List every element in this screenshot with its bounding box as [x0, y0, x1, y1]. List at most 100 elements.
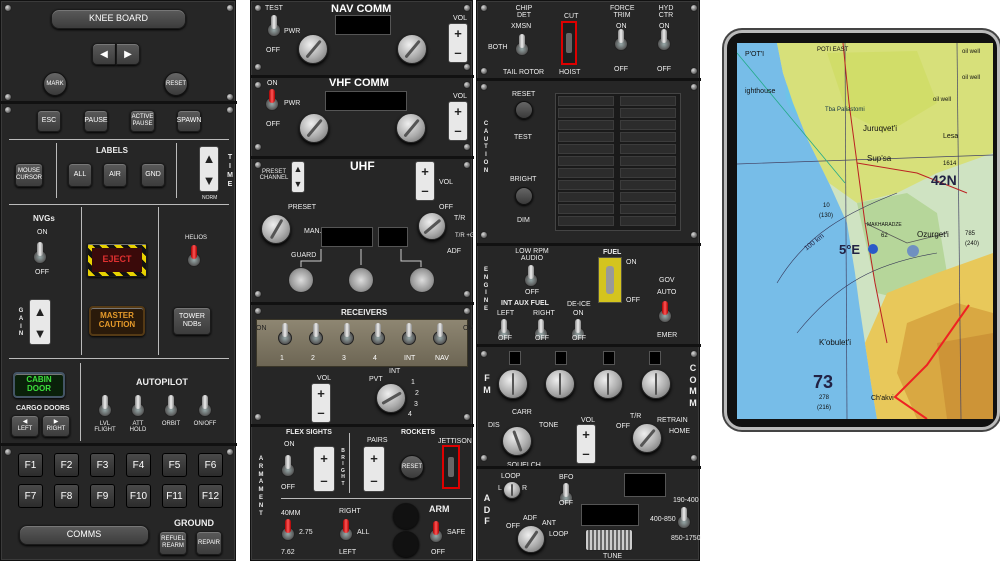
- jettison-guard[interactable]: [442, 445, 460, 489]
- fm-freq-knob-4[interactable]: [641, 369, 671, 399]
- comms-button[interactable]: COMMS: [19, 525, 149, 545]
- spawn-button[interactable]: SPAWN: [177, 110, 201, 132]
- fm-freq-knob-2[interactable]: [545, 369, 575, 399]
- vhf-pwr-toggle[interactable]: [265, 89, 279, 111]
- function-key-9[interactable]: F9: [90, 484, 115, 508]
- function-key-6[interactable]: F6: [198, 453, 223, 477]
- uhf-vol-rocker[interactable]: + –: [415, 161, 435, 201]
- gain-rocker[interactable]: ▲ ▼: [29, 299, 51, 345]
- receiver-toggle-5[interactable]: [402, 323, 416, 345]
- tower-ndbs-button[interactable]: TOWER NDBs: [173, 307, 211, 335]
- adf-band-toggle[interactable]: [677, 507, 691, 529]
- reset-button[interactable]: RESET: [164, 72, 188, 96]
- esc-button[interactable]: ESC: [37, 110, 61, 132]
- vhf-vol-rocker[interactable]: + –: [448, 101, 468, 141]
- screw: [254, 413, 262, 421]
- uhf-freq-dial-2[interactable]: [348, 267, 374, 293]
- function-key-11[interactable]: F11: [162, 484, 187, 508]
- function-key-10[interactable]: F10: [126, 484, 151, 508]
- kneeboard-next-button[interactable]: ▶: [116, 43, 140, 65]
- active-pause-button[interactable]: ACTIVE PAUSE: [130, 110, 155, 132]
- hyd-ctr-toggle[interactable]: [657, 29, 671, 51]
- cabin-door-button[interactable]: CABIN DOOR: [13, 372, 65, 398]
- side-select-toggle[interactable]: [339, 519, 353, 541]
- time-rocker[interactable]: ▲ ▼: [199, 146, 219, 192]
- rockets-reset-button[interactable]: RESET: [400, 455, 424, 479]
- function-key-3[interactable]: F3: [90, 453, 115, 477]
- mark-button[interactable]: MARK: [43, 72, 67, 96]
- labels-air-button[interactable]: AIR: [103, 163, 127, 187]
- adf-mode-knob[interactable]: [517, 525, 545, 553]
- screw: [463, 143, 471, 151]
- eject-button[interactable]: EJECT: [87, 243, 147, 277]
- repair-button[interactable]: REPAIR: [196, 531, 222, 555]
- function-key-2[interactable]: F2: [54, 453, 79, 477]
- mouse-cursor-button[interactable]: MOUSE CURSOR: [15, 163, 43, 187]
- fm-vol-rocker[interactable]: + –: [576, 424, 596, 464]
- function-key-8[interactable]: F8: [54, 484, 79, 508]
- weapon-select-toggle[interactable]: [281, 519, 295, 541]
- loop-knob[interactable]: [503, 481, 521, 499]
- chip-det-toggle[interactable]: [515, 34, 529, 56]
- fm-freq-knob-1[interactable]: [498, 369, 528, 399]
- function-key-12[interactable]: F12: [198, 484, 223, 508]
- uhf-function-knob[interactable]: [418, 212, 446, 240]
- receiver-toggle-3[interactable]: [340, 323, 354, 345]
- squelch-knob[interactable]: [502, 426, 532, 456]
- uhf-freq-dial-3[interactable]: [409, 267, 435, 293]
- pairs-rocker[interactable]: + –: [363, 446, 385, 492]
- kneeboard-prev-button[interactable]: ◀: [92, 43, 116, 65]
- labels-all-button[interactable]: ALL: [68, 163, 92, 187]
- receiver-toggle-2[interactable]: [309, 323, 323, 345]
- bright-rocker[interactable]: + –: [313, 446, 335, 492]
- fuel-guard[interactable]: [598, 257, 622, 303]
- nvg-toggle[interactable]: [33, 242, 47, 264]
- screw: [254, 290, 262, 298]
- caution-reset-test-switch[interactable]: [515, 101, 533, 119]
- pause-button[interactable]: PAUSE: [84, 110, 108, 132]
- master-arm-toggle[interactable]: [429, 521, 443, 543]
- caution-dim-switch[interactable]: [515, 187, 533, 205]
- knee-board-button[interactable]: KNEE BOARD: [51, 9, 186, 29]
- vhf-freq-knob-left[interactable]: [299, 113, 329, 143]
- nav-vol-rocker[interactable]: + –: [448, 23, 468, 63]
- function-key-7[interactable]: F7: [18, 484, 43, 508]
- intercom-selector-knob[interactable]: [376, 383, 406, 413]
- ap-lvl-flight-toggle[interactable]: [98, 395, 112, 417]
- function-key-5[interactable]: F5: [162, 453, 187, 477]
- nav-pwr-toggle[interactable]: [267, 15, 281, 37]
- ap-att-hold-toggle[interactable]: [131, 395, 145, 417]
- master-caution-button[interactable]: MASTER CAUTION: [89, 306, 145, 336]
- cargo-door-right-button[interactable]: ▶ RIGHT: [42, 415, 70, 437]
- force-trim-toggle[interactable]: [614, 29, 628, 51]
- ap-on-off-toggle[interactable]: [198, 395, 212, 417]
- fm-mode-knob[interactable]: [632, 423, 662, 453]
- hoist-label: HOIST: [559, 69, 581, 76]
- nav-freq-knob-left[interactable]: [298, 34, 328, 64]
- receiver-toggle-1[interactable]: [278, 323, 292, 345]
- cargo-door-left-button[interactable]: ◀ LEFT: [11, 415, 39, 437]
- labels-gnd-button[interactable]: GND: [141, 163, 165, 187]
- refuel-rearm-button[interactable]: REFUEL REARM: [159, 531, 187, 555]
- receiver-toggle-6[interactable]: [433, 323, 447, 345]
- hoist-cut-guard[interactable]: [561, 21, 577, 65]
- helios-toggle[interactable]: [187, 245, 201, 267]
- receivers-vol-rocker[interactable]: + –: [311, 383, 331, 423]
- receiver-toggle-4[interactable]: [371, 323, 385, 345]
- map-viewport[interactable]: P'OT'I POTI EAST ighthouse Tba Paliastom…: [737, 43, 993, 419]
- uhf-freq-dial-1[interactable]: [288, 267, 314, 293]
- tune-wheel[interactable]: [585, 529, 633, 551]
- ap-orbit-toggle[interactable]: [164, 395, 178, 417]
- fm-freq-knob-3[interactable]: [593, 369, 623, 399]
- flex-sights-toggle[interactable]: [281, 455, 295, 477]
- labels-heading: LABELS: [96, 146, 128, 155]
- gov-toggle[interactable]: [658, 301, 672, 323]
- low-rpm-audio-toggle[interactable]: [524, 265, 538, 287]
- uhf-mode-knob[interactable]: [261, 214, 291, 244]
- nav-comm-title: NAV COMM: [331, 3, 392, 15]
- nav-freq-knob-right[interactable]: [397, 34, 427, 64]
- vhf-freq-knob-right[interactable]: [396, 113, 426, 143]
- preset-channel-rocker[interactable]: ▲ ▼: [291, 161, 305, 193]
- function-key-4[interactable]: F4: [126, 453, 151, 477]
- function-key-1[interactable]: F1: [18, 453, 43, 477]
